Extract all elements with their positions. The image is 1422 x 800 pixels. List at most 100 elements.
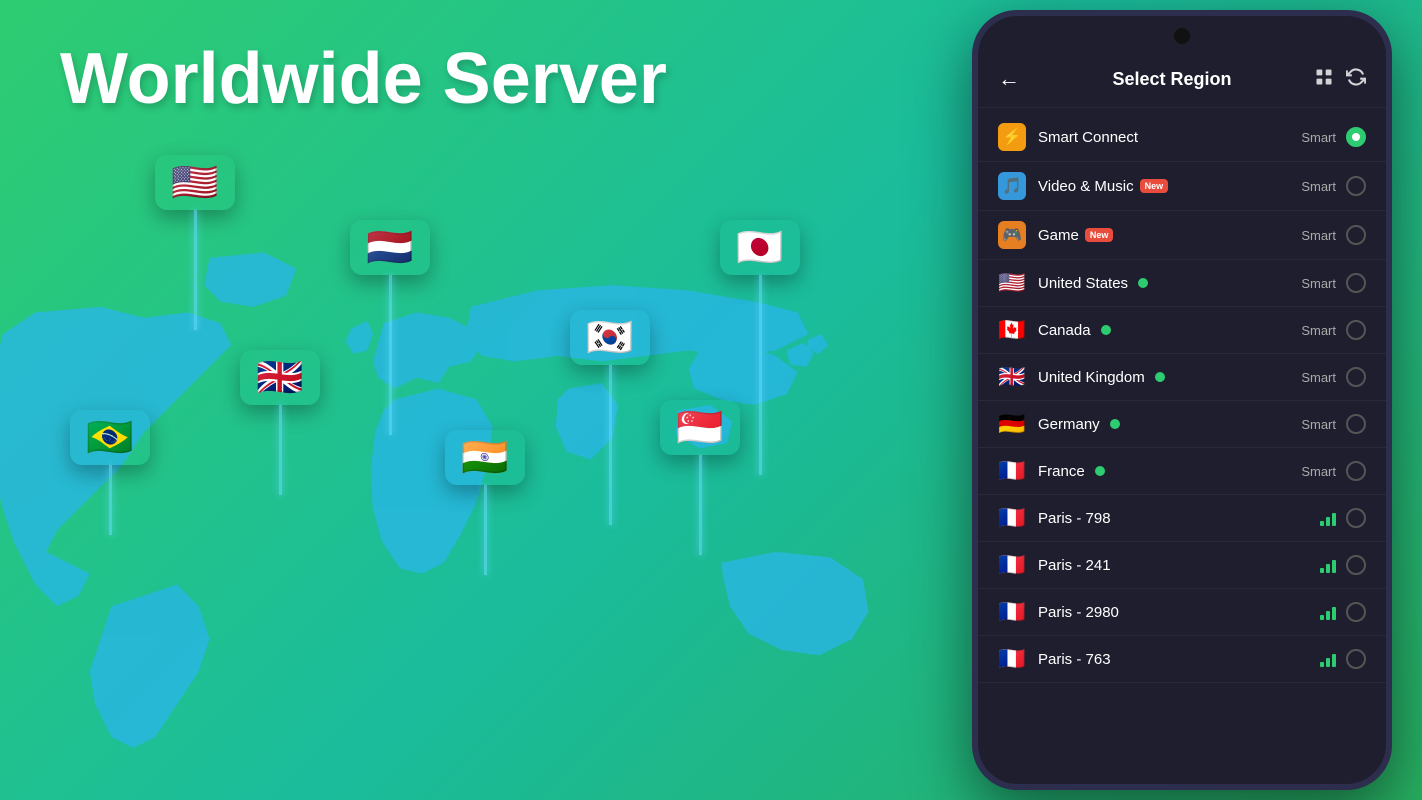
signal-bars-paris-241: [1320, 557, 1336, 573]
header-icons: [1314, 67, 1366, 92]
list-item-paris-241[interactable]: 🇫🇷 Paris - 241: [978, 542, 1386, 589]
online-indicator: [1095, 466, 1105, 476]
item-name-paris-798: Paris - 798: [1038, 510, 1320, 527]
online-indicator: [1110, 419, 1120, 429]
item-name-united-states: United States: [1038, 275, 1301, 292]
flag-uk: 🇬🇧: [240, 350, 320, 495]
item-right-france: Smart: [1301, 461, 1366, 481]
page-title: Worldwide Server: [60, 40, 667, 119]
radio-video-music[interactable]: [1346, 176, 1366, 196]
item-right-germany: Smart: [1301, 414, 1366, 434]
flag-box-usa: 🇺🇸: [155, 155, 235, 210]
signal-bars-paris-2980: [1320, 604, 1336, 620]
item-icon-smart-connect: ⚡: [998, 123, 1026, 151]
phone-container: ← Select Region: [942, 0, 1422, 800]
item-name-video-music: Video & MusicNew: [1038, 178, 1301, 195]
flag-stem-korea: [609, 365, 612, 525]
server-list: ⚡ Smart Connect Smart 🎵 Video & MusicNew…: [978, 108, 1386, 776]
item-right-united-states: Smart: [1301, 273, 1366, 293]
list-item-united-kingdom[interactable]: 🇬🇧 United Kingdom Smart: [978, 354, 1386, 401]
flag-singapore: 🇸🇬: [660, 400, 740, 555]
item-smart-label: Smart: [1301, 417, 1336, 432]
radio-game[interactable]: [1346, 225, 1366, 245]
item-smart-label: Smart: [1301, 179, 1336, 194]
item-flag-france: 🇫🇷: [998, 458, 1026, 484]
item-flag-paris-241: 🇫🇷: [998, 552, 1026, 578]
list-item-germany[interactable]: 🇩🇪 Germany Smart: [978, 401, 1386, 448]
flag-box-singapore: 🇸🇬: [660, 400, 740, 455]
refresh-icon[interactable]: [1346, 67, 1366, 92]
item-smart-label: Smart: [1301, 276, 1336, 291]
radio-paris-241[interactable]: [1346, 555, 1366, 575]
flag-box-uk: 🇬🇧: [240, 350, 320, 405]
list-item-video-music[interactable]: 🎵 Video & MusicNew Smart: [978, 162, 1386, 211]
item-flag-paris-798: 🇫🇷: [998, 505, 1026, 531]
flag-box-korea: 🇰🇷: [570, 310, 650, 365]
back-button[interactable]: ←: [998, 66, 1020, 92]
list-item-paris-2980[interactable]: 🇫🇷 Paris - 2980: [978, 589, 1386, 636]
item-right-paris-763: [1320, 649, 1366, 669]
flag-stem-brazil: [109, 465, 112, 535]
item-name-united-kingdom: United Kingdom: [1038, 369, 1301, 386]
radio-canada[interactable]: [1346, 320, 1366, 340]
flag-stem-singapore: [699, 455, 702, 555]
item-flag-paris-2980: 🇫🇷: [998, 599, 1026, 625]
item-right-paris-2980: [1320, 602, 1366, 622]
item-smart-label: Smart: [1301, 130, 1336, 145]
item-name-smart-connect: Smart Connect: [1038, 129, 1301, 146]
item-name-canada: Canada: [1038, 322, 1301, 339]
item-right-video-music: Smart: [1301, 176, 1366, 196]
signal-bars-paris-798: [1320, 510, 1336, 526]
list-item-canada[interactable]: 🇨🇦 Canada Smart: [978, 307, 1386, 354]
item-right-united-kingdom: Smart: [1301, 367, 1366, 387]
radio-paris-763[interactable]: [1346, 649, 1366, 669]
item-smart-label: Smart: [1301, 323, 1336, 338]
flag-netherlands: 🇳🇱: [350, 220, 430, 435]
item-flag-paris-763: 🇫🇷: [998, 646, 1026, 672]
item-icon-game: 🎮: [998, 221, 1026, 249]
online-indicator: [1138, 278, 1148, 288]
flag-box-brazil: 🇧🇷: [70, 410, 150, 465]
item-flag-germany: 🇩🇪: [998, 411, 1026, 437]
flag-box-japan: 🇯🇵: [720, 220, 800, 275]
item-name-paris-241: Paris - 241: [1038, 557, 1320, 574]
item-name-germany: Germany: [1038, 416, 1301, 433]
list-item-smart-connect[interactable]: ⚡ Smart Connect Smart: [978, 113, 1386, 162]
radio-united-states[interactable]: [1346, 273, 1366, 293]
item-flag-united-states: 🇺🇸: [998, 270, 1026, 296]
item-right-paris-798: [1320, 508, 1366, 528]
item-right-smart-connect: Smart: [1301, 127, 1366, 147]
list-item-paris-798[interactable]: 🇫🇷 Paris - 798: [978, 495, 1386, 542]
flag-india: 🇮🇳: [445, 430, 525, 575]
flag-korea: 🇰🇷: [570, 310, 650, 525]
radio-united-kingdom[interactable]: [1346, 367, 1366, 387]
item-name-paris-763: Paris - 763: [1038, 651, 1320, 668]
flag-stem-usa: [194, 210, 197, 330]
item-name-paris-2980: Paris - 2980: [1038, 604, 1320, 621]
phone-screen: ← Select Region: [978, 16, 1386, 784]
badge-new: New: [1140, 179, 1169, 193]
filter-icon[interactable]: [1314, 67, 1334, 92]
radio-paris-2980[interactable]: [1346, 602, 1366, 622]
header-title: Select Region: [1030, 69, 1314, 90]
item-flag-canada: 🇨🇦: [998, 317, 1026, 343]
phone-camera: [1174, 28, 1190, 44]
item-smart-label: Smart: [1301, 370, 1336, 385]
online-indicator: [1155, 372, 1165, 382]
badge-new: New: [1085, 228, 1114, 242]
online-indicator: [1101, 325, 1111, 335]
list-item-paris-763[interactable]: 🇫🇷 Paris - 763: [978, 636, 1386, 683]
radio-france[interactable]: [1346, 461, 1366, 481]
list-item-game[interactable]: 🎮 GameNew Smart: [978, 211, 1386, 260]
item-smart-label: Smart: [1301, 464, 1336, 479]
radio-paris-798[interactable]: [1346, 508, 1366, 528]
item-right-canada: Smart: [1301, 320, 1366, 340]
flag-brazil: 🇧🇷: [70, 410, 150, 535]
item-icon-video-music: 🎵: [998, 172, 1026, 200]
flag-box-netherlands: 🇳🇱: [350, 220, 430, 275]
radio-selected-smart-connect[interactable]: [1346, 127, 1366, 147]
list-item-france[interactable]: 🇫🇷 France Smart: [978, 448, 1386, 495]
list-item-united-states[interactable]: 🇺🇸 United States Smart: [978, 260, 1386, 307]
radio-germany[interactable]: [1346, 414, 1366, 434]
phone-device: ← Select Region: [972, 10, 1392, 790]
